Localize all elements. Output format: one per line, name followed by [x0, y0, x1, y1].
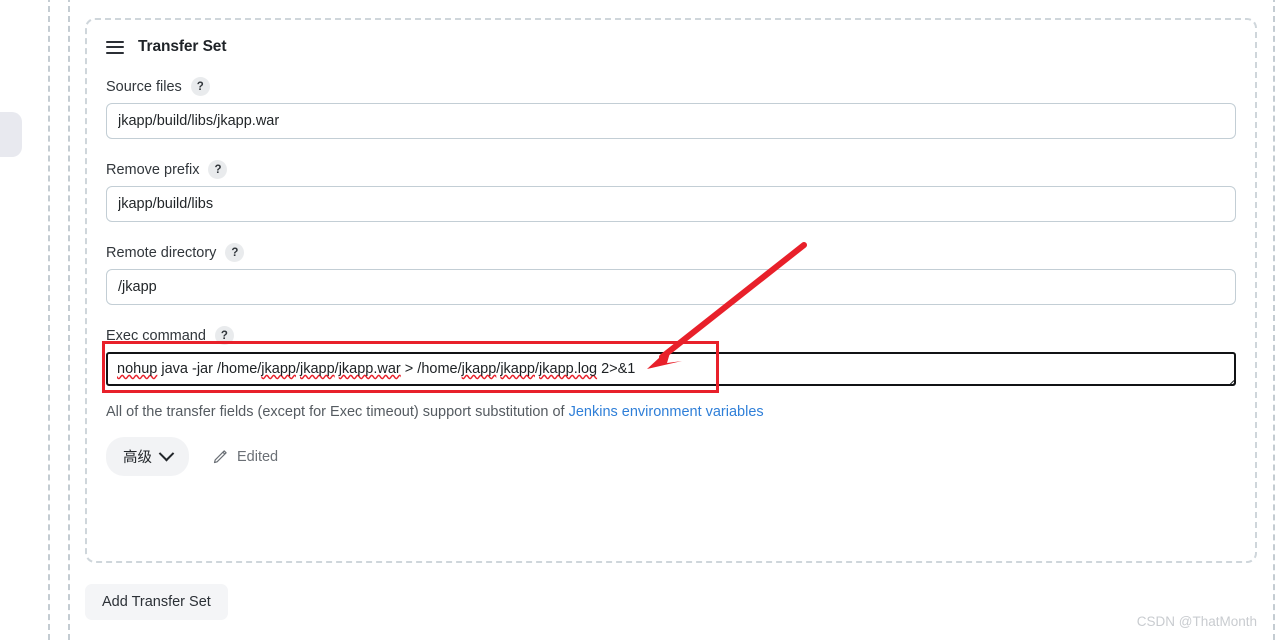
transfer-set-header: Transfer Set — [87, 20, 1255, 56]
exec-command-textarea[interactable]: nohup java -jar /home/jkapp/jkapp/jkapp.… — [106, 352, 1236, 386]
help-icon[interactable]: ? — [214, 326, 234, 345]
help-icon[interactable]: ? — [208, 160, 228, 179]
hint-text: All of the transfer fields (except for E… — [106, 404, 569, 420]
resize-handle[interactable] — [1221, 371, 1234, 384]
layout-guide-line-1 — [48, 0, 50, 640]
transfer-set-actions: 高级 Edited — [106, 437, 1236, 476]
help-icon[interactable]: ? — [190, 77, 210, 96]
jenkins-environment-variables-link[interactable]: Jenkins environment variables — [569, 404, 764, 420]
field-label-row: Remote directory ? — [106, 243, 1236, 262]
remote-directory-input[interactable] — [106, 269, 1236, 305]
add-transfer-set-button[interactable]: Add Transfer Set — [85, 584, 228, 620]
hamburger-icon[interactable] — [106, 40, 124, 54]
page-title: Transfer Set — [138, 38, 227, 55]
exec-command-wrapper: nohup java -jar /home/jkapp/jkapp/jkapp.… — [102, 341, 1236, 393]
field-remote-directory: Remote directory ? — [106, 243, 1236, 305]
field-label-row: Source files ? — [106, 77, 1236, 96]
help-icon[interactable]: ? — [225, 243, 245, 262]
edited-label: Edited — [237, 448, 279, 465]
left-edge-panel-stub — [0, 112, 22, 157]
substitution-hint: All of the transfer fields (except for E… — [106, 404, 1236, 420]
field-label: Source files — [106, 78, 182, 95]
advanced-button[interactable]: 高级 — [106, 437, 189, 476]
source-files-input[interactable] — [106, 103, 1236, 139]
layout-guide-line-3 — [1273, 0, 1275, 640]
field-label-row: Remove prefix ? — [106, 160, 1236, 179]
pencil-icon — [213, 449, 227, 463]
advanced-button-label: 高级 — [123, 450, 152, 466]
edited-status: Edited — [212, 449, 278, 465]
remove-prefix-input[interactable] — [106, 186, 1236, 222]
exec-command-value: nohup java -jar /home/jkapp/jkapp/jkapp.… — [117, 361, 636, 377]
field-remove-prefix: Remove prefix ? — [106, 160, 1236, 222]
field-exec-command: Exec command ? nohup java -jar /home/jka… — [102, 326, 1236, 393]
field-label: Exec command — [106, 327, 206, 344]
transfer-set-card: Transfer Set Source files ? Remove prefi… — [85, 18, 1257, 563]
field-source-files: Source files ? — [106, 77, 1236, 139]
chevron-down-icon — [158, 445, 175, 462]
transfer-set-fields: Source files ? Remove prefix ? Remote di… — [87, 77, 1255, 476]
field-label: Remote directory — [106, 244, 217, 261]
watermark: CSDN @ThatMonth — [1136, 614, 1257, 629]
field-label-row: Exec command ? — [106, 326, 1236, 345]
field-label: Remove prefix — [106, 161, 200, 178]
layout-guide-line-2 — [68, 0, 70, 640]
